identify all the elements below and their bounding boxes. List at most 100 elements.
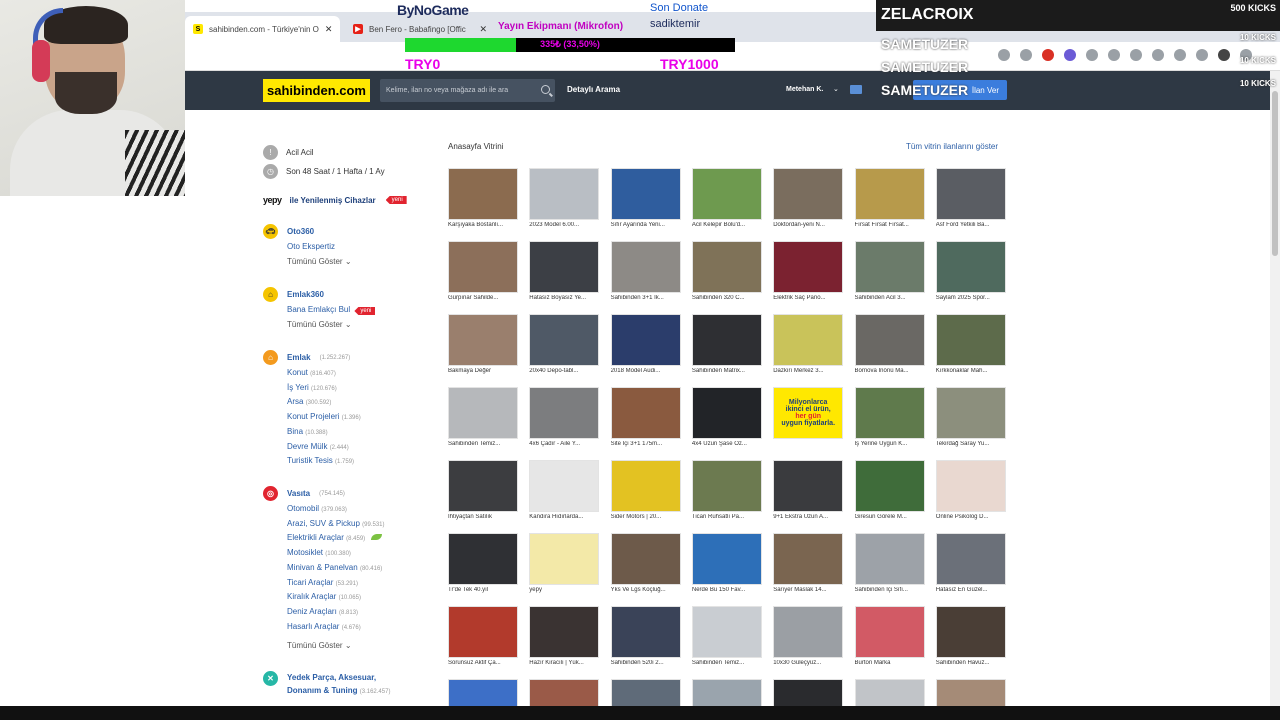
user-menu[interactable]: Metehan K. <box>786 86 823 93</box>
listing-card[interactable]: 9+1 Ekstra Uzun A... <box>773 460 845 528</box>
listing-thumbnail[interactable] <box>691 679 762 708</box>
sidebar-link-emlak-item[interactable]: Devre Mülk (2.444) <box>287 442 349 451</box>
listing-caption[interactable]: Sarıyer Maslak 14... <box>773 587 843 593</box>
listing-caption[interactable]: Ticari Ruhsatlı Pa... <box>692 514 762 520</box>
listing-caption[interactable]: İş Yerine Uygun K... <box>855 441 925 447</box>
listing-caption[interactable]: Sorunsuz Aktif Ça... <box>448 660 518 666</box>
sidebar-link-emlak-item[interactable]: Bina (10.388) <box>287 427 328 436</box>
sidebar-link-vasita-item[interactable]: Motosiklet (100.380) <box>287 548 351 557</box>
listing-card[interactable]: Sorunsuz Aktif Ça... <box>448 606 520 674</box>
listing-thumbnail[interactable]: Milyonlarca ikinci el ürün, her gün uygun f… <box>773 387 844 439</box>
listing-thumbnail[interactable] <box>854 460 925 512</box>
listing-card[interactable]: 2023 Model 6.00... <box>529 168 601 236</box>
listing-card[interactable]: Sahibinden 520i 2... <box>610 606 683 674</box>
listing-caption[interactable]: Online Psikolog D... <box>936 514 1006 520</box>
listing-thumbnail[interactable] <box>935 679 1006 708</box>
listing-card[interactable]: Sahibinden 3+1 İk... <box>610 241 683 309</box>
detailed-search-link[interactable]: Detaylı Arama <box>567 85 620 94</box>
listing-caption[interactable]: 4x4 Uzun Şase Öz... <box>692 441 762 447</box>
listing-card[interactable]: Doktordan-yeni N... <box>773 168 845 236</box>
listing-caption[interactable]: Giresun Görele M... <box>855 514 925 520</box>
sidebar-item-vasita[interactable]: ◎ Vasıta (754.145) <box>263 486 345 501</box>
listing-thumbnail[interactable] <box>448 679 518 708</box>
page-scrollbar[interactable] <box>1270 71 1280 706</box>
listing-thumbnail[interactable] <box>610 241 681 293</box>
listing-caption[interactable]: Hatasız Boyasız Ye... <box>529 295 599 301</box>
listing-caption[interactable]: Gürpınar Sahilde... <box>448 295 518 301</box>
showcase-all-link[interactable]: Tüm vitrin ilanlarını göster <box>906 142 998 151</box>
listing-card[interactable]: Hatasız En Güzel... <box>935 533 1008 601</box>
listing-card[interactable]: Dazkırı Merkez 3... <box>773 314 845 382</box>
listing-thumbnail[interactable] <box>610 387 681 439</box>
listing-caption[interactable]: Hatasız En Güzel... <box>936 587 1006 593</box>
listing-caption[interactable]: İhtiyaçtan Satılık <box>448 514 518 520</box>
listing-thumbnail[interactable] <box>448 606 518 658</box>
listing-card[interactable]: yepy <box>529 533 601 601</box>
listing-card[interactable]: Sahibinden Matrix... <box>691 314 764 382</box>
listing-caption[interactable]: Kandıra Hıdırlarda... <box>529 514 599 520</box>
listing-thumbnail[interactable] <box>529 606 600 658</box>
listing-card[interactable]: 4x6 Çadır - Aile Y... <box>529 387 601 455</box>
listing-thumbnail[interactable] <box>448 533 518 585</box>
listing-thumbnail[interactable] <box>610 533 681 585</box>
sidebar-link-vasita-item[interactable]: Hasarlı Araçlar (4.676) <box>287 622 361 631</box>
listing-thumbnail[interactable] <box>935 533 1006 585</box>
listing-caption[interactable]: Site İçi 3+1 175m... <box>611 441 681 447</box>
listing-card[interactable] <box>773 679 845 708</box>
listing-caption[interactable]: Saylam 2025 Spor... <box>936 295 1006 301</box>
listing-thumbnail[interactable] <box>773 460 844 512</box>
sidebar-item-yepy[interactable]: yepy ile Yenilenmiş Cihazlar yeni <box>263 195 407 205</box>
listing-caption[interactable]: Fırsat Fırsat Fırsat... <box>855 222 925 228</box>
sidebar-link-vasita-item[interactable]: Elektrikli Araçlar (8.459) <box>287 533 383 542</box>
sidebar-link-oto-ekspertiz[interactable]: Oto Ekspertiz <box>287 242 335 251</box>
listing-card[interactable]: Bornova İnönü Ma... <box>854 314 927 382</box>
listing-thumbnail[interactable] <box>773 533 844 585</box>
sidebar-link-vasita-item[interactable]: Otomobil (379.063) <box>287 504 347 513</box>
listing-thumbnail[interactable] <box>773 168 844 220</box>
sidebar-item-yedek-parca[interactable]: ✕ Yedek Parça, Aksesuar, Donanım & Tunin… <box>263 671 390 699</box>
sidebar-item-recent[interactable]: ◷ Son 48 Saat / 1 Hafta / 1 Ay <box>263 164 385 179</box>
listing-caption[interactable]: Doktordan-yeni N... <box>773 222 843 228</box>
sidebar-link-vasita-item[interactable]: Minivan & Panelvan (80.416) <box>287 563 382 572</box>
listing-card[interactable]: Sarıyer Maslak 14... <box>773 533 845 601</box>
listing-thumbnail[interactable] <box>773 314 844 366</box>
listing-card[interactable]: Yks Ve Lgs Koçluğ... <box>610 533 683 601</box>
listing-card[interactable]: Site İçi 3+1 175m... <box>610 387 683 455</box>
listing-card[interactable]: Tekirdağ Saray Yu... <box>935 387 1008 455</box>
scrollbar-thumb[interactable] <box>1272 91 1278 256</box>
listing-thumbnail[interactable] <box>610 460 681 512</box>
listing-card[interactable]: Sahibinden Acil 3... <box>854 241 927 309</box>
listing-card[interactable] <box>448 679 520 708</box>
listing-caption[interactable]: 2018 Model Audi... <box>611 368 681 374</box>
sidebar-link-bana-emlakci[interactable]: Bana Emlakçı Bul yeni <box>287 305 376 315</box>
listing-thumbnail[interactable] <box>935 314 1006 366</box>
listing-card[interactable]: Ticari Ruhsatlı Pa... <box>691 460 764 528</box>
sidebar-link-emlak-item[interactable]: Konut Projeleri (1.396) <box>287 412 361 421</box>
listing-thumbnail[interactable] <box>691 241 762 293</box>
sidebar-link-vasita-item[interactable]: Arazi, SUV & Pickup (99.531) <box>287 519 385 528</box>
listing-thumbnail[interactable] <box>610 606 681 658</box>
listing-thumbnail[interactable] <box>529 168 600 220</box>
listing-card[interactable]: Fırsat Fırsat Fırsat... <box>854 168 927 236</box>
show-all-link[interactable]: Tümünü Göster ⌄ <box>287 320 352 329</box>
listing-card[interactable]: Sahibinden 320 C... <box>691 241 764 309</box>
listing-thumbnail[interactable] <box>691 460 762 512</box>
listing-caption[interactable]: Sahibinden 320 C... <box>692 295 762 301</box>
listing-card[interactable]: Tr'de Tek 40.yıl <box>448 533 520 601</box>
listing-thumbnail[interactable] <box>448 314 518 366</box>
listing-caption[interactable]: yepy <box>529 587 599 593</box>
listing-card[interactable] <box>935 679 1008 708</box>
listing-caption[interactable]: Karşıyaka Bostanlı... <box>448 222 518 228</box>
listing-caption[interactable]: Sahibinden İçi Sıfı... <box>855 587 925 593</box>
listing-card[interactable]: Nerde Bu 150 Fav... <box>691 533 764 601</box>
listing-caption[interactable]: Yks Ve Lgs Koçluğ... <box>611 587 681 593</box>
listing-caption[interactable]: Acil Kelepir Bolu'd... <box>692 222 762 228</box>
listing-caption[interactable]: Sahibinden Havuz... <box>936 660 1006 666</box>
sidebar-item-oto360[interactable]: 🚗︎ Oto360 <box>263 224 314 239</box>
listing-caption[interactable]: 20x40 Depo-tabl... <box>529 368 599 374</box>
listing-thumbnail[interactable] <box>935 460 1006 512</box>
listing-caption[interactable]: Bakmaya Değer <box>448 368 518 374</box>
listing-card[interactable] <box>529 679 601 708</box>
listing-caption[interactable]: Sahibinden 3+1 İk... <box>611 295 681 301</box>
listing-caption[interactable]: Elektrik Saç Pano... <box>773 295 843 301</box>
